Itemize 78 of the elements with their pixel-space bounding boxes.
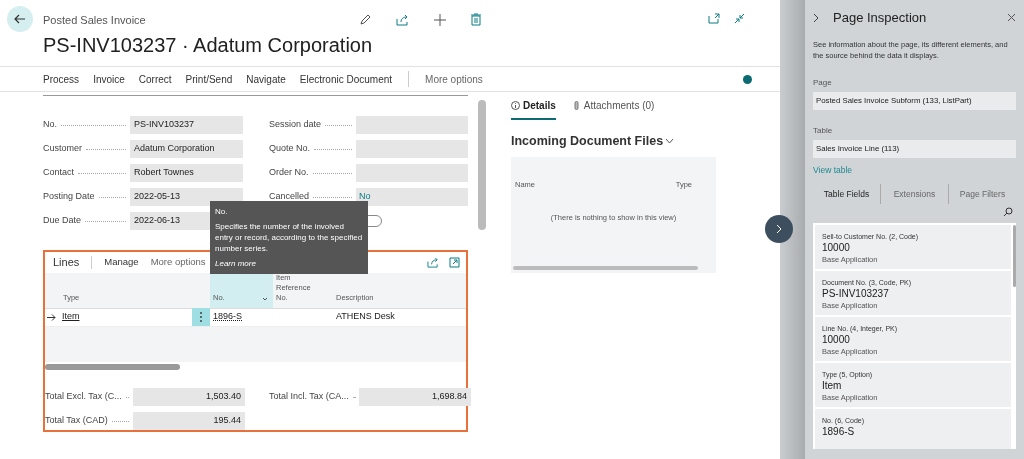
back-button[interactable]: [7, 6, 33, 32]
total-value: 195.44: [133, 412, 245, 430]
field-value: Item: [822, 379, 842, 394]
search-icon[interactable]: [1003, 207, 1013, 218]
field-label: Quote No.: [269, 142, 311, 156]
field-label: Due Date: [43, 214, 82, 228]
lines-action[interactable]: Manage: [104, 255, 139, 270]
field-label: Order No.: [269, 166, 309, 180]
learn-more-link[interactable]: Learn more: [215, 258, 256, 269]
total-label: Total Excl. Tax (C...: [45, 390, 122, 404]
factbox-tab[interactable]: Attachments (0): [571, 98, 655, 120]
info-icon: [511, 101, 520, 110]
total-label: Total Tax (CAD): [45, 414, 108, 428]
collapse-icon[interactable]: [734, 13, 745, 24]
panel-title: Page Inspection: [833, 9, 927, 27]
field-value: 10000: [822, 333, 850, 348]
factbox-tab[interactable]: Details: [511, 98, 556, 120]
field-label: Posting Date: [43, 190, 95, 204]
info-icon[interactable]: [742, 74, 752, 84]
field-label: Cancelled: [269, 190, 310, 204]
share-icon[interactable]: [396, 13, 409, 26]
table-cell: ATHENS Desk: [336, 311, 395, 322]
input-field[interactable]: 2022-05-13: [130, 188, 243, 206]
total-value: 1,503.40: [133, 388, 245, 406]
input-field[interactable]: PS-INV103237: [130, 116, 243, 134]
vertical-scrollbar[interactable]: [478, 100, 486, 230]
menu-item[interactable]: Invoice: [93, 71, 125, 87]
breadcrumb: Posted Sales Invoice: [43, 13, 147, 27]
input-field[interactable]: [356, 140, 468, 158]
paperclip-icon: [571, 101, 581, 110]
table-cell-link[interactable]: Item: [62, 310, 80, 324]
lines-action[interactable]: More options: [150, 255, 206, 270]
field-value: 10000: [822, 241, 850, 256]
menu-item[interactable]: Print/Send: [185, 71, 233, 87]
field-label: Customer: [43, 142, 82, 156]
table-cell-link[interactable]: 1896-S: [213, 311, 243, 322]
page-label: Page: [813, 76, 833, 89]
close-icon[interactable]: [1007, 13, 1016, 23]
chevron-right-icon: [776, 224, 782, 234]
total-label: Total Incl. Tax (CA...: [269, 390, 349, 404]
input-field[interactable]: [356, 116, 468, 134]
field-value: 1896-S: [822, 425, 855, 440]
page-title: PS-INV103237 · Adatum Corporation: [43, 33, 373, 58]
field-label: Contact: [43, 166, 75, 180]
delete-icon[interactable]: [471, 13, 481, 26]
inspection-tab[interactable]: Table Fields: [813, 187, 880, 201]
lines-title: Lines: [53, 255, 80, 271]
row-arrow-icon: [47, 313, 56, 321]
vertical-scrollbar[interactable]: [1013, 225, 1016, 288]
horizontal-scrollbar[interactable]: [513, 265, 698, 270]
table-label: Table: [813, 124, 834, 137]
chevron-down-icon[interactable]: [262, 296, 268, 301]
menu-item[interactable]: Correct: [138, 71, 172, 87]
share-icon[interactable]: [427, 256, 439, 268]
row-menu-button[interactable]: [192, 308, 210, 327]
field-label: Session date: [269, 118, 322, 132]
input-field[interactable]: [356, 164, 468, 182]
field-label: No.: [43, 118, 57, 132]
inspection-tab[interactable]: Extensions: [881, 187, 948, 201]
expand-icon[interactable]: [449, 256, 460, 268]
section-title: Incoming Document Files: [511, 133, 664, 150]
input-field[interactable]: Adatum Corporation: [130, 140, 243, 158]
chevron-down-icon[interactable]: [665, 138, 675, 145]
back-arrow-icon: [14, 14, 26, 24]
inspection-tab[interactable]: Page Filters: [949, 187, 1016, 201]
add-icon[interactable]: [434, 13, 446, 26]
total-value: 1,698.84: [359, 388, 471, 406]
horizontal-scrollbar[interactable]: [45, 364, 180, 370]
more-options-menu[interactable]: More options: [425, 71, 483, 87]
field-value: PS-INV103237: [822, 287, 889, 302]
chevron-right-icon[interactable]: [813, 12, 819, 23]
input-field[interactable]: Robert Townes: [130, 164, 243, 182]
edit-pencil-icon[interactable]: [359, 13, 371, 26]
menu-item[interactable]: Navigate: [246, 71, 286, 87]
open-new-window-icon[interactable]: [708, 13, 720, 24]
field-link[interactable]: No: [356, 188, 468, 206]
menu-item[interactable]: Process: [43, 71, 80, 87]
menu-item[interactable]: Electronic Document: [299, 71, 393, 87]
